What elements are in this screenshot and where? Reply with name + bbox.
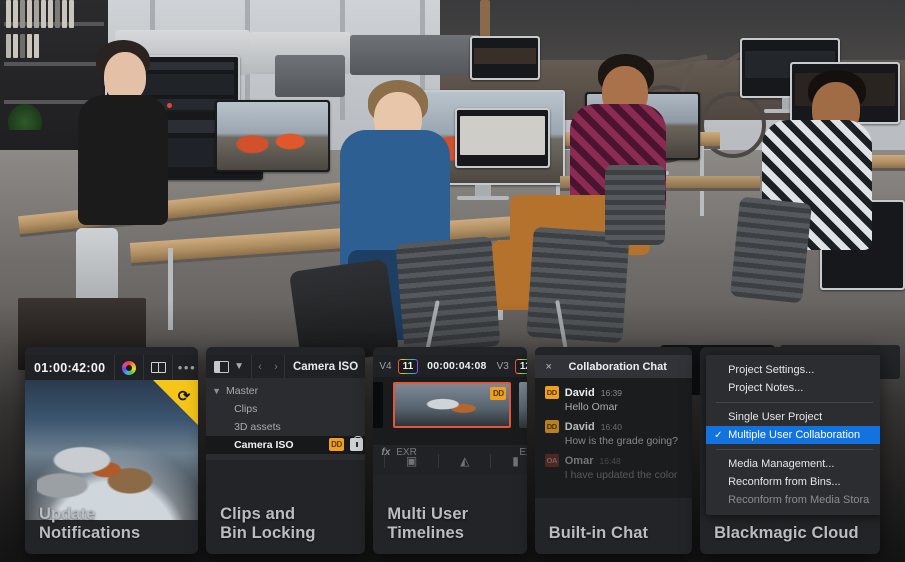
bin-tree[interactable]: ▼ Master Clips 3D assets Camera ISO DD [206, 378, 366, 460]
color-wheel-icon[interactable] [115, 355, 143, 380]
timeline-clip[interactable] [519, 382, 527, 428]
bin-row-camera-iso[interactable]: Camera ISO DD [206, 435, 366, 454]
message-text: Hello Omar [564, 401, 618, 413]
viewer-timecode: 01:00:42:00 [34, 360, 106, 375]
caption-line-2: Timelines [387, 523, 465, 542]
timeline-clip-selected[interactable]: DD [393, 382, 512, 428]
nav-back-icon[interactable]: ‹ [252, 361, 268, 373]
bin-row-3d-assets[interactable]: 3D assets [206, 418, 365, 436]
card-multi-user-timelines[interactable]: V4 11 00:00:04:08 V3 12 DD fx EXR EXR [373, 347, 527, 554]
sender-name: David [564, 386, 595, 399]
chat-message: OA Omar 16:48 I have updated the color [535, 454, 692, 481]
monitor [470, 36, 540, 80]
menu-separator [716, 402, 874, 403]
sender-name: Omar [564, 454, 594, 467]
caption-line-1: Built-in Chat [548, 523, 649, 542]
chat-title: Collaboration Chat [568, 360, 667, 373]
nav-forward-icon[interactable]: › [268, 361, 284, 373]
laptop [455, 108, 550, 168]
timeline-clip[interactable] [373, 382, 384, 428]
bin-label: Master [225, 385, 259, 397]
timeline-timecode: 00:00:04:08 [427, 360, 487, 372]
bin-label: Clips [234, 403, 258, 415]
user-avatar-badge: DD [490, 387, 507, 400]
trash-icon[interactable]: ▮ [512, 454, 519, 468]
project-menu[interactable]: Project Settings... Project Notes... Sin… [706, 355, 881, 515]
screenshot-root: 01:00:42:00 ••• ⟳ Update Notifications ▼… [0, 0, 905, 562]
card-update-notifications[interactable]: 01:00:42:00 ••• ⟳ Update Notifications [25, 347, 199, 554]
lock-icon[interactable] [350, 435, 364, 451]
office-chair [605, 165, 665, 245]
message-text: I have updated the color [564, 469, 678, 481]
menu-item-reconform-from-media-storage: Reconform from Media Stora [728, 494, 870, 506]
caption-line-1: Blackmagic Cloud [714, 523, 859, 542]
card-clips-and-bin-locking[interactable]: ▼ ‹ › Camera ISO ▼ Master Clips 3D asset… [206, 347, 366, 554]
timeline-toolbar[interactable]: ▣ ◭ ▮ [373, 447, 527, 475]
close-icon[interactable]: × [543, 361, 555, 373]
menu-item-media-management[interactable]: Media Management... [706, 455, 880, 473]
menu-item-reconform-from-bins[interactable]: Reconform from Bins... [706, 473, 880, 491]
avatar: DD [544, 386, 559, 399]
avatar: DD [544, 420, 559, 433]
message-text: How is the grade going? [564, 435, 678, 447]
split-view-icon[interactable] [144, 355, 172, 380]
chevron-down-icon[interactable]: ▼ [212, 386, 221, 396]
panel-layout-icon[interactable] [214, 360, 230, 373]
bin-label: 3D assets [234, 421, 281, 433]
caption-line-2: Bin Locking [220, 523, 316, 542]
bin-title: Camera ISO [292, 360, 359, 373]
chat-message: DD David 16:39 Hello Omar [535, 386, 692, 413]
card-blackmagic-cloud[interactable]: Project Settings... Project Notes... Sin… [700, 347, 881, 554]
card-caption: Blackmagic Cloud [714, 524, 859, 542]
menu-separator [716, 449, 874, 450]
caption-line-1: Clips and [220, 505, 296, 524]
monitor [215, 100, 330, 172]
chat-message-list[interactable]: DD David 16:39 Hello Omar DD David 16:40… [534, 378, 693, 498]
viewer-thumbnail[interactable]: ⟳ [25, 380, 199, 520]
color-warp-icon[interactable]: ◭ [460, 454, 469, 468]
timeline-clips[interactable]: DD fx EXR EXR [373, 377, 527, 458]
menu-item-project-settings[interactable]: Project Settings... [706, 361, 880, 379]
card-caption: Update Notifications [39, 505, 140, 542]
track-label-v4: V4 [379, 360, 392, 372]
menu-item-single-user-project[interactable]: Single User Project [706, 408, 880, 426]
user-avatar-badge: DD [329, 438, 345, 451]
feature-card-row: 01:00:42:00 ••• ⟳ Update Notifications ▼… [0, 347, 905, 562]
avatar: OA [544, 454, 559, 467]
message-time: 16:39 [600, 387, 622, 398]
track-label-v3: V3 [496, 360, 509, 372]
caption-line-1: Multi User [387, 505, 469, 524]
ellipsis-icon[interactable]: ••• [173, 355, 198, 380]
track-badge-11[interactable]: 11 [398, 359, 419, 374]
track-badge-12[interactable]: 12 [515, 359, 527, 374]
card-caption: Multi User Timelines [387, 505, 468, 542]
bin-row-master[interactable]: ▼ Master [206, 382, 365, 400]
card-built-in-chat[interactable]: × Collaboration Chat DD David 16:39 Hell… [534, 347, 693, 554]
chevron-down-icon[interactable]: ▼ [234, 361, 244, 372]
card-caption: Built-in Chat [549, 524, 648, 542]
caption-line-1: Update [39, 505, 96, 524]
card-caption: Clips and Bin Locking [220, 505, 316, 542]
message-time: 16:48 [599, 455, 621, 466]
bin-label: Camera ISO [234, 439, 294, 451]
menu-item-project-notes[interactable]: Project Notes... [706, 379, 880, 397]
astronaut-image [37, 428, 187, 508]
bin-row-clips[interactable]: Clips [206, 400, 365, 418]
viewer-toolbar[interactable]: 01:00:42:00 ••• [25, 355, 199, 380]
message-time: 16:40 [600, 421, 622, 432]
caption-line-2: Notifications [39, 523, 141, 542]
office-chair [729, 196, 813, 304]
bin-toolbar[interactable]: ▼ ‹ › Camera ISO [206, 355, 366, 378]
sender-name: David [564, 420, 595, 433]
timeline-track-header[interactable]: V4 11 00:00:04:08 V3 12 [373, 355, 527, 377]
chat-header[interactable]: × Collaboration Chat [534, 355, 693, 378]
crop-icon[interactable]: ▣ [406, 454, 417, 468]
menu-item-multiple-user-collaboration[interactable]: Multiple User Collaboration [706, 426, 881, 444]
chat-message: DD David 16:40 How is the grade going? [535, 420, 692, 447]
refresh-icon[interactable]: ⟳ [176, 389, 192, 405]
